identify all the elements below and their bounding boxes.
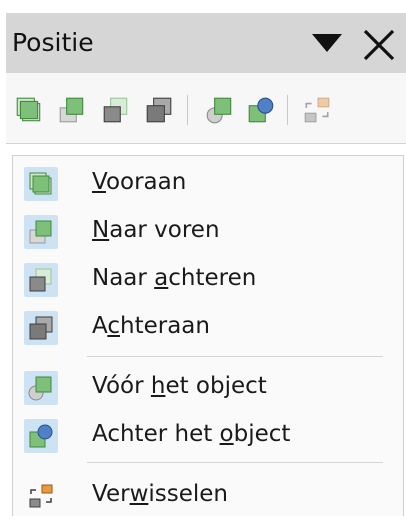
menu-item-label: Achter het object xyxy=(92,421,291,447)
bring-to-front-icon xyxy=(24,167,58,201)
menu-separator xyxy=(87,356,383,357)
send-to-back-icon xyxy=(24,311,58,345)
menu-item-behind-object[interactable]: Achter het object xyxy=(13,412,393,460)
in-front-of-object-icon[interactable] xyxy=(205,95,235,125)
menu-item-in-front-of-object[interactable]: Vóór het object xyxy=(13,364,393,412)
menu-item-reverse[interactable]: Verwisselen xyxy=(13,472,393,520)
in-front-of-object-icon xyxy=(24,371,58,405)
close-icon[interactable] xyxy=(361,27,397,63)
menu-item-label: Vooraan xyxy=(92,169,187,195)
arrange-menu: Vooraan Naar voren Naar achteren Achtera… xyxy=(12,155,404,516)
menu-item-bring-forward[interactable]: Naar voren xyxy=(13,208,393,256)
menu-item-send-backward[interactable]: Naar achteren xyxy=(13,256,393,304)
panel-titlebar: Positie xyxy=(6,13,406,73)
send-backward-icon xyxy=(24,263,58,297)
toolbar-separator xyxy=(287,95,288,125)
bring-to-front-icon[interactable] xyxy=(14,95,44,125)
reverse-icon xyxy=(24,479,58,513)
reverse-icon[interactable] xyxy=(302,95,332,125)
menu-item-send-to-back[interactable]: Achteraan xyxy=(13,304,393,352)
send-to-back-icon[interactable] xyxy=(144,95,174,125)
menu-item-label: Vóór het object xyxy=(92,373,267,399)
bring-forward-icon xyxy=(24,215,58,249)
menu-separator xyxy=(87,462,383,463)
panel-title: Positie xyxy=(12,28,94,57)
triangle-down-icon[interactable] xyxy=(310,31,344,55)
menu-item-label: Verwisselen xyxy=(92,481,228,507)
behind-object-icon[interactable] xyxy=(246,95,276,125)
menu-item-label: Naar achteren xyxy=(92,265,257,291)
menu-item-bring-to-front[interactable]: Vooraan xyxy=(13,160,393,208)
position-panel: Positie Vooraan Naar voren Naar achteren… xyxy=(6,13,406,516)
behind-object-icon xyxy=(24,419,58,453)
menu-item-label: Naar voren xyxy=(92,217,220,243)
panel-toolbar xyxy=(6,73,406,144)
toolbar-separator xyxy=(187,95,188,125)
menu-item-label: Achteraan xyxy=(92,313,210,339)
bring-forward-icon[interactable] xyxy=(57,95,87,125)
send-backward-icon[interactable] xyxy=(101,95,131,125)
